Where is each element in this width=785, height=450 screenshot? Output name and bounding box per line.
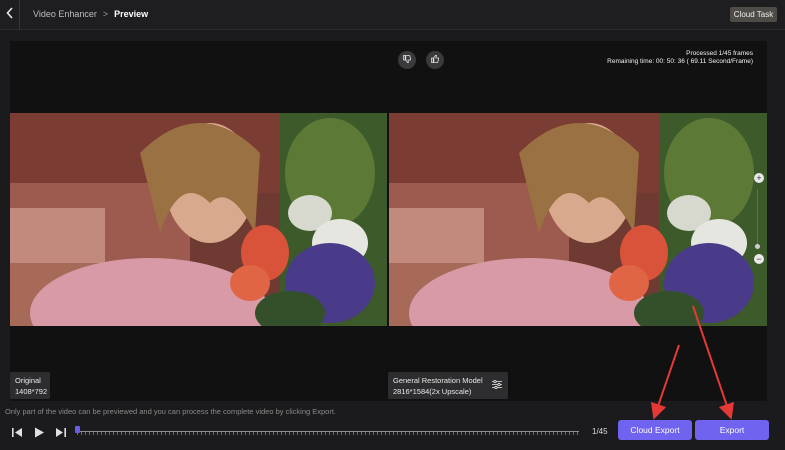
play-icon: [34, 425, 45, 442]
export-hint-text: Only part of the video can be previewed …: [5, 407, 337, 416]
top-bar: Video Enhancer > Preview Cloud Task: [0, 0, 785, 30]
breadcrumb-current-page: Preview: [114, 9, 149, 19]
breadcrumb: Video Enhancer > Preview: [33, 9, 148, 19]
model-resolution: 2816*1584(2x Upscale): [393, 387, 472, 396]
previous-frame-button[interactable]: [11, 425, 23, 443]
thumbs-up-icon: [430, 51, 440, 69]
dislike-button[interactable]: [398, 51, 416, 69]
frame-counter: 1/45: [592, 427, 608, 436]
video-enhancer-preview-window: Video Enhancer > Preview Cloud Task Proc…: [0, 0, 785, 450]
timeline-ticks: [77, 432, 579, 435]
zoom-out-button[interactable]: −: [754, 254, 764, 264]
zoom-slider-track[interactable]: [757, 189, 758, 249]
enhanced-video-frame: [389, 113, 767, 326]
original-label: Original: [15, 376, 41, 385]
cloud-export-button[interactable]: Cloud Export: [618, 420, 692, 440]
thumbs-down-icon: [402, 51, 412, 69]
export-button[interactable]: Export: [695, 420, 769, 440]
chevron-left-icon: [5, 6, 14, 24]
breadcrumb-video-enhancer[interactable]: Video Enhancer: [33, 9, 97, 19]
step-forward-icon: [55, 425, 67, 442]
original-label-box: Original 1408*792: [10, 372, 50, 399]
original-video-frame: [10, 113, 387, 326]
next-frame-button[interactable]: [55, 425, 67, 443]
timeline-playhead[interactable]: [75, 426, 80, 433]
like-button[interactable]: [426, 51, 444, 69]
original-resolution: 1408*792: [15, 387, 48, 396]
frame-timeline[interactable]: [77, 430, 579, 435]
step-back-icon: [11, 425, 23, 442]
model-settings-icon[interactable]: [492, 379, 502, 392]
zoom-in-button[interactable]: +: [754, 173, 764, 183]
play-button[interactable]: [34, 425, 45, 443]
model-label-box: General Restoration Model 2816*1584(2x U…: [388, 372, 508, 399]
processing-status: Processed 1/45 frames Remaining time: 00…: [607, 50, 753, 66]
cloud-task-button[interactable]: Cloud Task: [730, 7, 777, 22]
breadcrumb-separator: >: [102, 9, 109, 19]
preview-stage: Processed 1/45 frames Remaining time: 00…: [10, 41, 767, 401]
model-label: General Restoration Model: [393, 376, 483, 385]
processed-frames-text: Processed 1/45 frames: [686, 50, 753, 57]
zoom-slider-handle[interactable]: [755, 244, 760, 249]
remaining-time-text: Remaining time: 00: 50: 36 ( 69.11 Secon…: [607, 58, 753, 65]
back-button[interactable]: [0, 0, 20, 30]
